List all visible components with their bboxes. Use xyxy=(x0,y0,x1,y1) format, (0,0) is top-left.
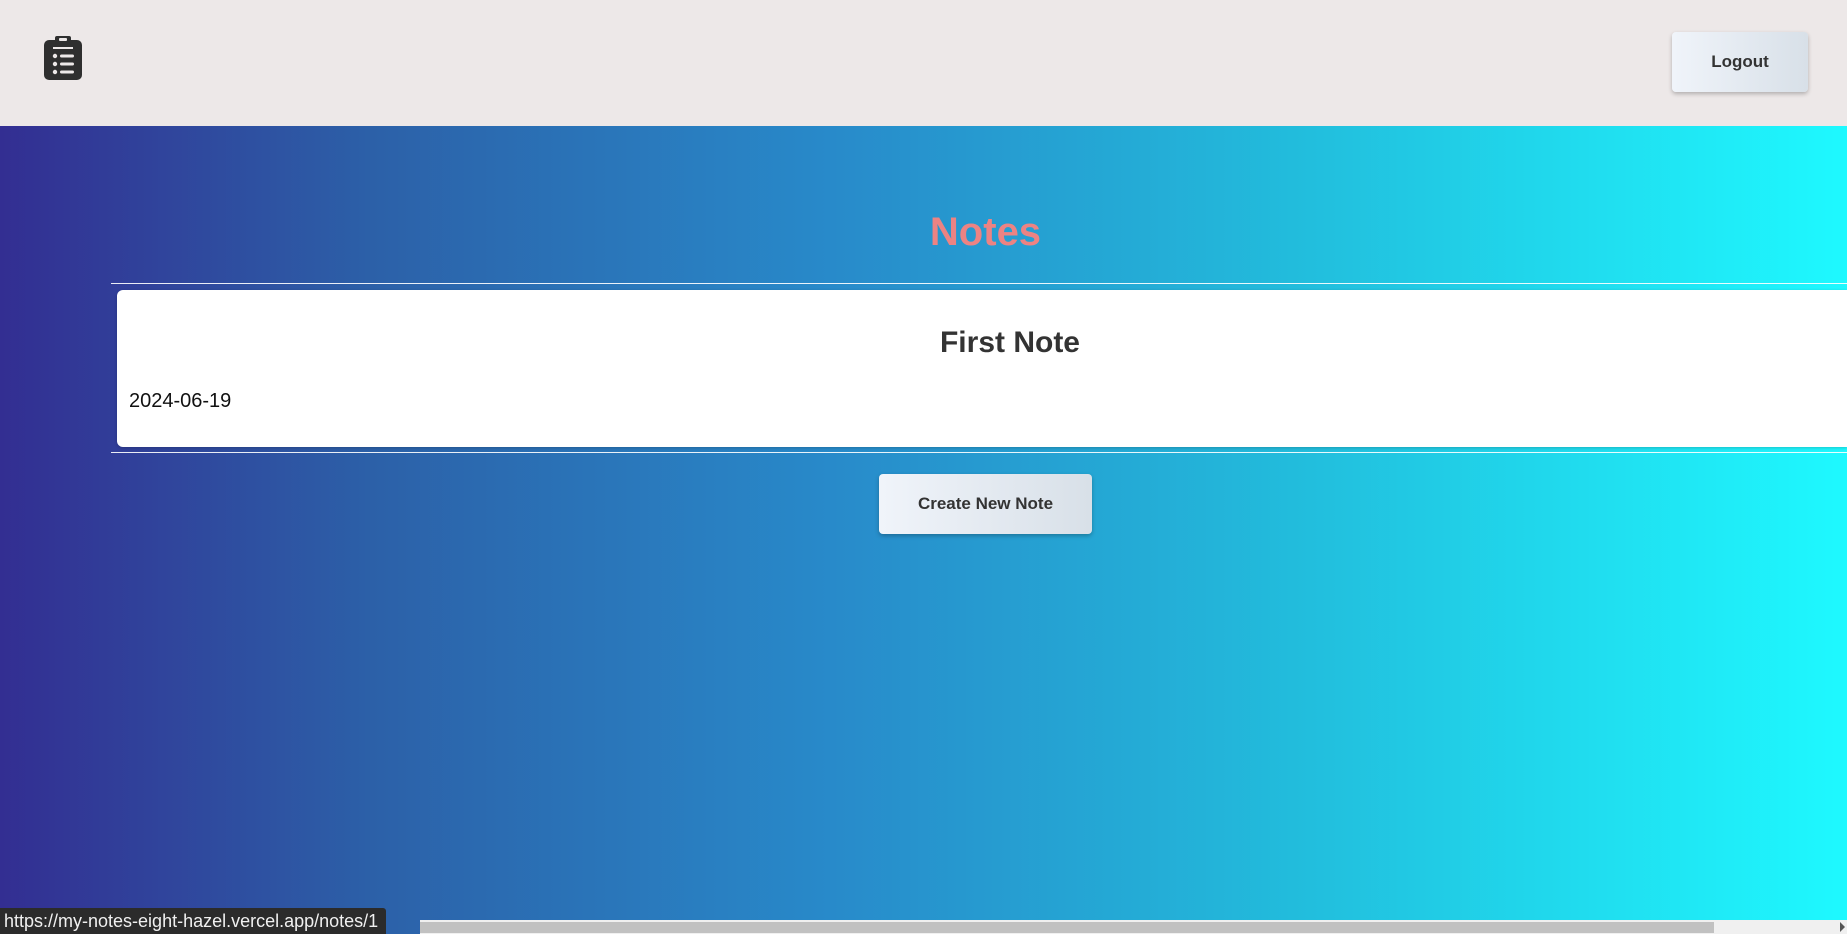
scrollbar-thumb[interactable] xyxy=(420,922,1714,933)
scroll-right-arrow-icon[interactable] xyxy=(1840,922,1845,932)
divider-bottom xyxy=(111,452,1847,453)
note-title: First Note xyxy=(939,326,1080,359)
page-title: Notes xyxy=(929,210,1042,254)
logout-button[interactable]: Logout xyxy=(1672,32,1808,92)
note-date: 2024-06-19 xyxy=(129,390,232,412)
note-card[interactable]: First Note 2024-06-19 xyxy=(117,290,1847,447)
horizontal-scrollbar[interactable] xyxy=(420,920,1847,934)
clipboard-list-icon[interactable] xyxy=(44,36,82,80)
notes-main: Notes First Note 2024-06-19 Create New N… xyxy=(0,126,1847,934)
top-header: Logout xyxy=(0,0,1847,126)
status-bar-url: https://my-notes-eight-hazel.vercel.app/… xyxy=(0,908,387,934)
create-note-button[interactable]: Create New Note xyxy=(879,474,1092,534)
divider-top xyxy=(111,283,1847,284)
